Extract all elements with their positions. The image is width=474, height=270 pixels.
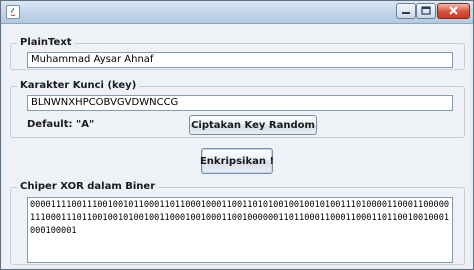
plaintext-group: PlainText Muhammad Aysar Ahnaf	[10, 36, 465, 70]
minimize-icon	[402, 12, 410, 14]
generate-random-key-button[interactable]: Ciptakan Key Random	[189, 115, 317, 135]
plaintext-input[interactable]: Muhammad Aysar Ahnaf	[27, 52, 453, 68]
cipher-group-title: Chiper XOR dalam Biner	[17, 180, 159, 194]
key-group: Karakter Kunci (key) BLNWNXHPCOBVGVDWNCC…	[10, 79, 465, 138]
plaintext-group-title: PlainText	[17, 36, 75, 50]
close-button[interactable]	[437, 3, 470, 19]
main-panel: PlainText Muhammad Aysar Ahnaf Karakter …	[4, 24, 470, 267]
default-key-label: Default: "A"	[27, 119, 95, 130]
key-group-title: Karakter Kunci (key)	[17, 79, 140, 93]
encrypt-button[interactable]: Enkripsikan !	[200, 148, 274, 174]
maximize-icon	[421, 6, 431, 15]
minimize-button[interactable]	[396, 3, 416, 19]
close-icon	[449, 6, 458, 15]
key-input[interactable]: BLNWNXHPCOBVGVDWNCCG	[27, 95, 453, 111]
maximize-button[interactable]	[416, 3, 436, 19]
app-window: PlainText Muhammad Aysar Ahnaf Karakter …	[0, 0, 474, 270]
cipher-output-textarea[interactable]: 0000111100111001001011000110110001000110…	[27, 197, 453, 263]
cipher-group: Chiper XOR dalam Biner 00001111001110010…	[10, 180, 465, 265]
title-bar[interactable]	[1, 1, 473, 24]
java-app-icon	[6, 5, 20, 19]
